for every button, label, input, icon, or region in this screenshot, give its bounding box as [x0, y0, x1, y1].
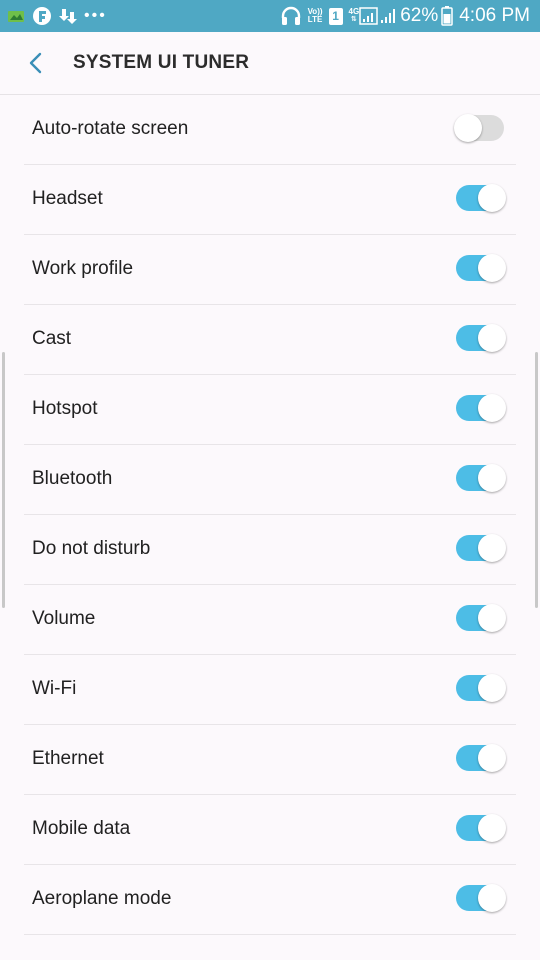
setting-row[interactable]: Hotspot [24, 375, 516, 445]
setting-row[interactable]: Work profile [24, 235, 516, 305]
toggle-switch[interactable] [456, 184, 506, 212]
battery-icon [441, 6, 453, 26]
setting-row[interactable]: Cast [24, 305, 516, 375]
toggle-knob [478, 324, 506, 352]
headphones-icon [280, 5, 302, 27]
setting-label: Cast [32, 328, 72, 349]
network-type-icon: 4G ⇅ [348, 7, 360, 24]
more-notifications-icon: ••• [84, 7, 107, 24]
toggle-knob [478, 884, 506, 912]
toggle-knob [478, 534, 506, 562]
toggle-switch[interactable] [456, 394, 506, 422]
setting-row[interactable]: Auto-rotate screen [24, 95, 516, 165]
toggle-switch[interactable] [456, 674, 506, 702]
toggle-switch[interactable] [456, 744, 506, 772]
setting-label: Mobile data [32, 818, 131, 839]
battery-percent: 62% [400, 5, 439, 26]
gallery-icon [8, 9, 26, 23]
toggle-switch[interactable] [456, 884, 506, 912]
left-edge-indicator [2, 352, 5, 608]
toggle-switch[interactable] [454, 114, 504, 142]
setting-row[interactable]: Wi-Fi [24, 655, 516, 725]
toggle-switch[interactable] [456, 534, 506, 562]
toggle-knob [478, 464, 506, 492]
setting-label: Hotspot [32, 398, 98, 419]
download-icon [58, 6, 78, 26]
toggle-knob [478, 394, 506, 422]
setting-row[interactable]: Aeroplane mode [24, 865, 516, 935]
back-button[interactable] [18, 46, 52, 80]
setting-row[interactable]: Bluetooth [24, 445, 516, 515]
setting-label: Aeroplane mode [32, 888, 172, 909]
toggle-switch[interactable] [456, 604, 506, 632]
toggle-knob [478, 814, 506, 842]
volte-icon: Vo)) LTE [307, 7, 323, 24]
scrollbar[interactable] [535, 352, 538, 608]
setting-label: Headset [32, 188, 103, 209]
status-bar: ••• Vo)) LTE 1 4G ⇅ 62% 4:06 PM [0, 0, 540, 32]
status-bar-right: Vo)) LTE 1 4G ⇅ 62% 4:06 PM [280, 0, 530, 32]
toggle-switch[interactable] [456, 324, 506, 352]
toggle-switch[interactable] [456, 464, 506, 492]
toggle-switch[interactable] [456, 254, 506, 282]
setting-row[interactable]: Ethernet [24, 725, 516, 795]
setting-row[interactable]: Headset [24, 165, 516, 235]
toggle-knob [454, 114, 482, 142]
toggle-knob [478, 744, 506, 772]
back-arrow-icon [29, 52, 42, 74]
clock: 4:06 PM [459, 5, 530, 26]
app-notification-icon [32, 6, 52, 26]
settings-list: Auto-rotate screen Headset Work profile Cas… [0, 95, 540, 935]
page-title: SYSTEM UI TUNER [73, 52, 250, 73]
setting-row[interactable]: Volume [24, 585, 516, 655]
toggle-knob [478, 184, 506, 212]
toggle-switch[interactable] [456, 814, 506, 842]
app-header: SYSTEM UI TUNER [0, 32, 540, 95]
setting-label: Auto-rotate screen [32, 118, 189, 139]
setting-label: Ethernet [32, 748, 104, 769]
setting-label: Bluetooth [32, 468, 113, 489]
setting-label: Wi-Fi [32, 678, 77, 699]
toggle-knob [478, 674, 506, 702]
signal-icon-2 [379, 6, 397, 26]
setting-row[interactable]: Do not disturb [24, 515, 516, 585]
status-bar-left: ••• [8, 4, 107, 28]
toggle-knob [478, 254, 506, 282]
toggle-knob [478, 604, 506, 632]
sim-icon: 1 [328, 7, 343, 25]
setting-label: Work profile [32, 258, 134, 279]
setting-row[interactable]: Mobile data [24, 795, 516, 865]
signal-icon [359, 6, 379, 26]
setting-label: Volume [32, 608, 96, 629]
setting-label: Do not disturb [32, 538, 151, 559]
